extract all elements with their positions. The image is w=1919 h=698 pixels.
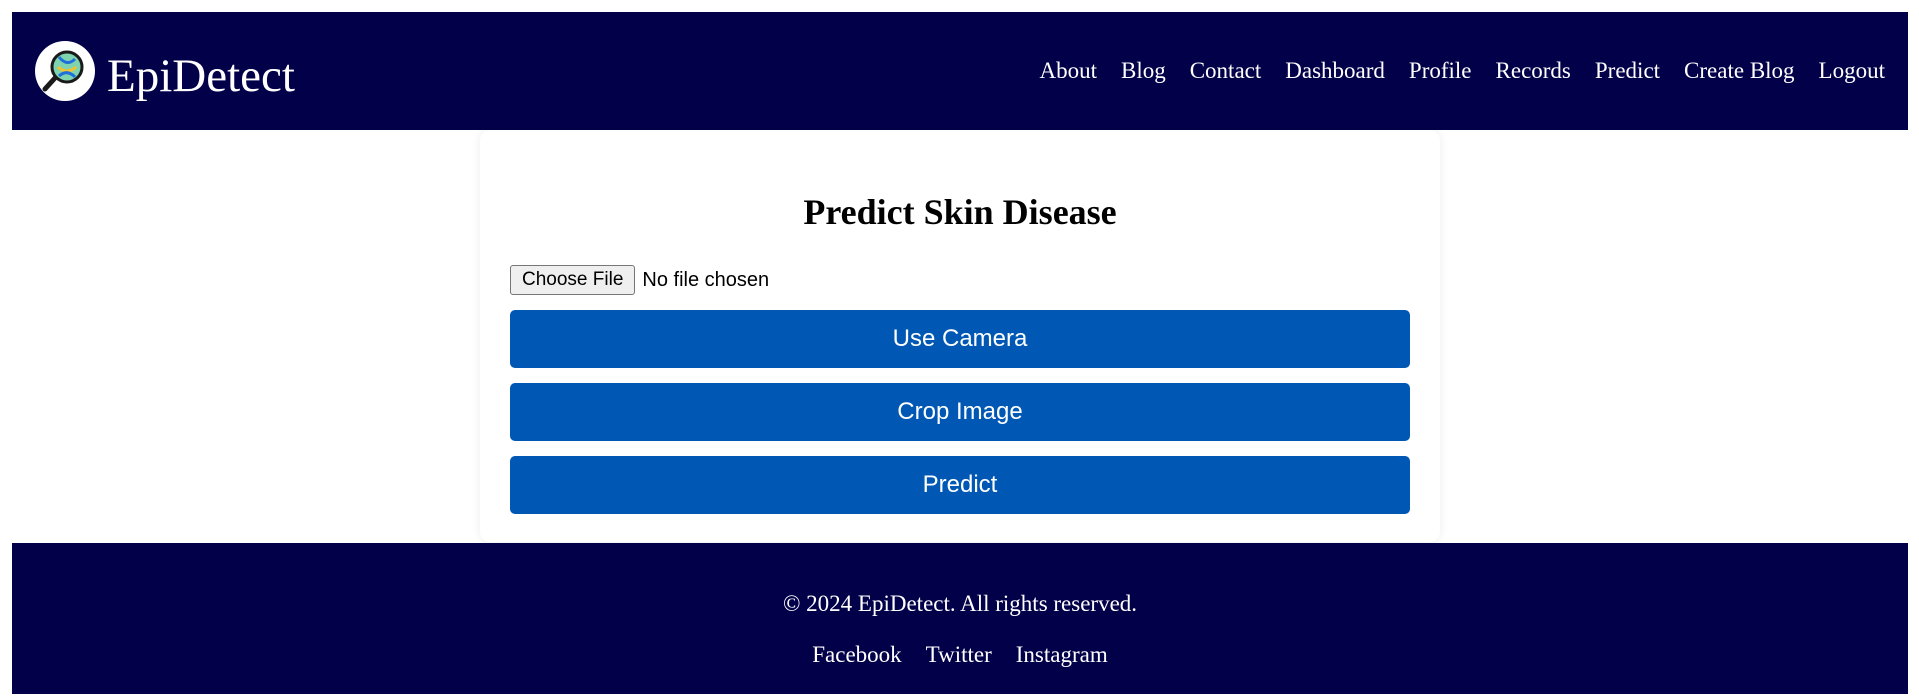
- predict-button[interactable]: Predict: [510, 456, 1410, 514]
- crop-image-button[interactable]: Crop Image: [510, 383, 1410, 441]
- nav-about[interactable]: About: [1039, 58, 1097, 84]
- social-instagram-link[interactable]: Instagram: [1016, 642, 1108, 668]
- brand-name: EpiDetect: [107, 49, 295, 102]
- nav-create-blog[interactable]: Create Blog: [1684, 58, 1795, 84]
- brand[interactable]: EpiDetect: [35, 41, 295, 101]
- predict-card: Predict Skin Disease Choose File No file…: [480, 130, 1440, 542]
- social-twitter-link[interactable]: Twitter: [926, 642, 992, 668]
- nav-blog[interactable]: Blog: [1121, 58, 1166, 84]
- copyright-text: © 2024 EpiDetect. All rights reserved.: [782, 591, 1138, 616]
- file-input: Choose File No file chosen: [510, 265, 769, 295]
- nav-predict[interactable]: Predict: [1595, 58, 1660, 84]
- nav-logout[interactable]: Logout: [1819, 58, 1885, 84]
- dna-magnifier-icon: [42, 50, 84, 92]
- top-navbar: EpiDetect About Blog Contact Dashboard P…: [12, 12, 1908, 130]
- social-facebook-link[interactable]: Facebook: [812, 642, 901, 668]
- nav-records[interactable]: Records: [1496, 58, 1571, 84]
- social-links: Facebook Twitter Instagram: [12, 642, 1908, 668]
- page-title: Predict Skin Disease: [803, 192, 1117, 232]
- choose-file-button[interactable]: Choose File: [510, 265, 636, 295]
- nav-contact[interactable]: Contact: [1190, 58, 1262, 84]
- use-camera-button[interactable]: Use Camera: [510, 310, 1410, 368]
- footer: © 2024 EpiDetect. All rights reserved. F…: [12, 543, 1908, 694]
- file-status-text: No file chosen: [642, 268, 770, 291]
- main-nav: About Blog Contact Dashboard Profile Rec…: [1015, 58, 1885, 84]
- logo-icon: [35, 41, 95, 101]
- page: EpiDetect About Blog Contact Dashboard P…: [0, 0, 1919, 698]
- nav-dashboard[interactable]: Dashboard: [1285, 58, 1385, 84]
- nav-profile[interactable]: Profile: [1409, 58, 1472, 84]
